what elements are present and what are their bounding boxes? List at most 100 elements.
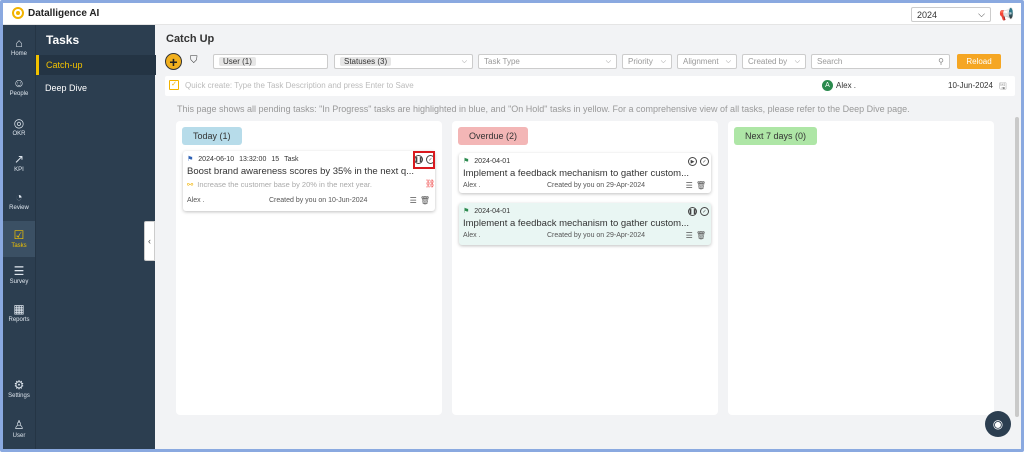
card-number: 15 <box>271 155 280 163</box>
trash-icon[interactable]: 🗑 <box>696 231 706 240</box>
trash-icon[interactable]: 🗑 <box>696 181 706 190</box>
assignee-name[interactable]: Alex . <box>836 81 856 90</box>
card-meta: ⚑ 2024-04-01 <box>463 157 510 166</box>
status-filter-chip: Statuses (3) <box>340 57 392 66</box>
card-meta: ⚑ 2024-06-10 13:32:00 15 Task <box>187 155 299 164</box>
alignment-filter[interactable]: Alignment ⌵ <box>677 54 737 69</box>
survey-icon: ☰ <box>13 264 25 278</box>
pause-icon[interactable]: ❚❚ <box>688 207 697 216</box>
rail-item-people[interactable]: ☺ People <box>3 69 35 105</box>
assistant-icon: ◉ <box>992 417 1004 431</box>
card-owner: Alex . <box>463 182 481 189</box>
chart-icon: ↗ <box>13 152 25 166</box>
user-icon: ♙ <box>13 418 25 432</box>
card-created: Created by you on 29-Apr-2024 <box>547 232 646 239</box>
user-filter[interactable]: User (1) <box>213 54 328 69</box>
card-owner: Alex . <box>187 197 205 204</box>
rail-item-kpi[interactable]: ↗ KPI <box>3 145 35 181</box>
column-next-7-days: Next 7 days (0) <box>728 121 994 415</box>
status-filter[interactable]: Statuses (3) ⌵ <box>334 54 473 69</box>
column-header-overdue: Overdue (2) <box>458 127 529 145</box>
logo[interactable]: Datalligence AI <box>12 7 99 19</box>
check-circle-icon[interactable]: ✓ <box>700 157 709 166</box>
created-by-filter[interactable]: Created by ⌵ <box>742 54 806 69</box>
quick-create-input[interactable]: Quick create: Type the Task Description … <box>185 81 414 90</box>
top-bar: Datalligence AI 2024 ⌵ 📢 <box>3 3 1021 25</box>
filter-bar: + ⛉ User (1) Statuses (3) ⌵ Task Type ⌵ … <box>165 53 1005 71</box>
chevron-down-icon: ⌵ <box>978 9 985 19</box>
card-date: 2024-04-01 <box>474 207 511 215</box>
task-card[interactable]: ⚑ 2024-04-01 ❚❚ ✓ Implement a feedback m… <box>459 203 711 245</box>
subnav-item-deep-dive[interactable]: Deep Dive <box>36 78 156 98</box>
year-select[interactable]: 2024 ⌵ <box>911 7 991 22</box>
collapse-sidebar-handle[interactable]: ‹ <box>144 221 155 261</box>
scrollbar[interactable] <box>1015 117 1019 417</box>
tasks-subnav: Tasks Catch-up Deep Dive <box>35 25 156 449</box>
rail-item-survey[interactable]: ☰ Survey <box>3 257 35 293</box>
announcement-icon[interactable]: 📢 <box>999 7 1014 21</box>
filter-icon[interactable]: ⛉ <box>190 55 198 66</box>
rail-item-okr[interactable]: ◎ OKR <box>3 109 35 145</box>
due-date[interactable]: 10-Jun-2024 <box>948 81 993 90</box>
play-icon[interactable]: ▶ <box>688 157 697 166</box>
priority-placeholder: Priority <box>628 57 653 66</box>
reload-button[interactable]: Reload <box>957 54 1001 69</box>
created-by-placeholder: Created by <box>748 57 788 66</box>
task-type-filter[interactable]: Task Type ⌵ <box>478 54 617 69</box>
info-text: This page shows all pending tasks: "In P… <box>177 104 910 114</box>
card-title: Implement a feedback mechanism to gather… <box>463 168 689 179</box>
details-icon[interactable]: ☰ <box>686 181 693 190</box>
unlink-icon[interactable]: ⛓ <box>425 179 435 188</box>
assistant-fab-button[interactable]: ◉ <box>985 411 1011 437</box>
main-content: Catch Up + ⛉ User (1) Statuses (3) ⌵ Tas… <box>155 25 1021 449</box>
subnav-title: Tasks <box>46 33 80 47</box>
rail-label: Reports <box>8 317 30 323</box>
column-header-today: Today (1) <box>182 127 242 145</box>
search-placeholder: Search <box>817 57 843 66</box>
chevron-down-icon: ⌵ <box>605 57 611 65</box>
search-icon[interactable]: ⚲ <box>938 57 944 66</box>
highlight-box <box>413 151 435 169</box>
card-owner: Alex . <box>463 232 481 239</box>
card-actions: ☰ 🗑 <box>410 196 430 205</box>
trash-icon[interactable]: 🗑 <box>420 196 430 205</box>
column-overdue: Overdue (2) ⚑ 2024-04-01 ▶ ✓ Implement a… <box>452 121 718 415</box>
search-input[interactable]: Search ⚲ <box>811 54 950 69</box>
rail-item-reports[interactable]: ▦ Reports <box>3 295 35 331</box>
rail-item-home[interactable]: ⌂ Home <box>3 29 35 65</box>
card-created: Created by you on 29-Apr-2024 <box>547 182 646 189</box>
add-task-button[interactable]: + <box>165 53 182 70</box>
card-kind: Task <box>284 155 299 163</box>
subnav-item-catch-up[interactable]: Catch-up <box>36 55 156 75</box>
priority-filter[interactable]: Priority ⌵ <box>622 54 672 69</box>
rail-item-review[interactable]: ◔ Review <box>3 183 35 219</box>
chevron-down-icon: ⌵ <box>461 57 467 65</box>
app-frame: Datalligence AI 2024 ⌵ 📢 ⌂ Home ☺ People… <box>0 0 1024 452</box>
check-circle-icon[interactable]: ✓ <box>700 207 709 216</box>
flag-icon: ⚑ <box>463 208 470 215</box>
card-title: Implement a feedback mechanism to gather… <box>463 218 689 229</box>
target-icon: ◎ <box>13 116 25 130</box>
save-icon[interactable]: 🖫 <box>999 79 1007 95</box>
rail-label: Settings <box>8 393 30 399</box>
card-alignment: ⚯ Increase the customer base by 20% in t… <box>187 180 372 189</box>
rail-label: Tasks <box>11 243 27 249</box>
card-actions: ☰ 🗑 <box>686 231 706 240</box>
task-card[interactable]: ⚑ 2024-04-01 ▶ ✓ Implement a feedback me… <box>459 153 711 193</box>
tasks-icon: ☑ <box>13 228 25 242</box>
details-icon[interactable]: ☰ <box>410 196 417 205</box>
alignment-placeholder: Alignment <box>683 57 719 66</box>
people-icon: ☺ <box>12 76 26 90</box>
avatar[interactable]: A <box>822 80 833 91</box>
card-meta: ⚑ 2024-04-01 <box>463 207 511 216</box>
rail-item-settings[interactable]: ⚙ Settings <box>3 371 35 407</box>
task-card[interactable]: ⚑ 2024-06-10 13:32:00 15 Task ❚❚ ✓ Boost… <box>183 151 435 211</box>
rail-label: KPI <box>14 167 24 173</box>
card-date: 2024-06-10 <box>198 155 235 163</box>
rail-item-user[interactable]: ♙ User <box>3 411 35 447</box>
rail-label: Home <box>10 51 27 57</box>
details-icon[interactable]: ☰ <box>686 231 693 240</box>
rail-item-tasks[interactable]: ☑ Tasks <box>3 221 35 257</box>
chevron-down-icon: ⌵ <box>660 57 666 65</box>
year-value: 2024 <box>917 9 938 20</box>
